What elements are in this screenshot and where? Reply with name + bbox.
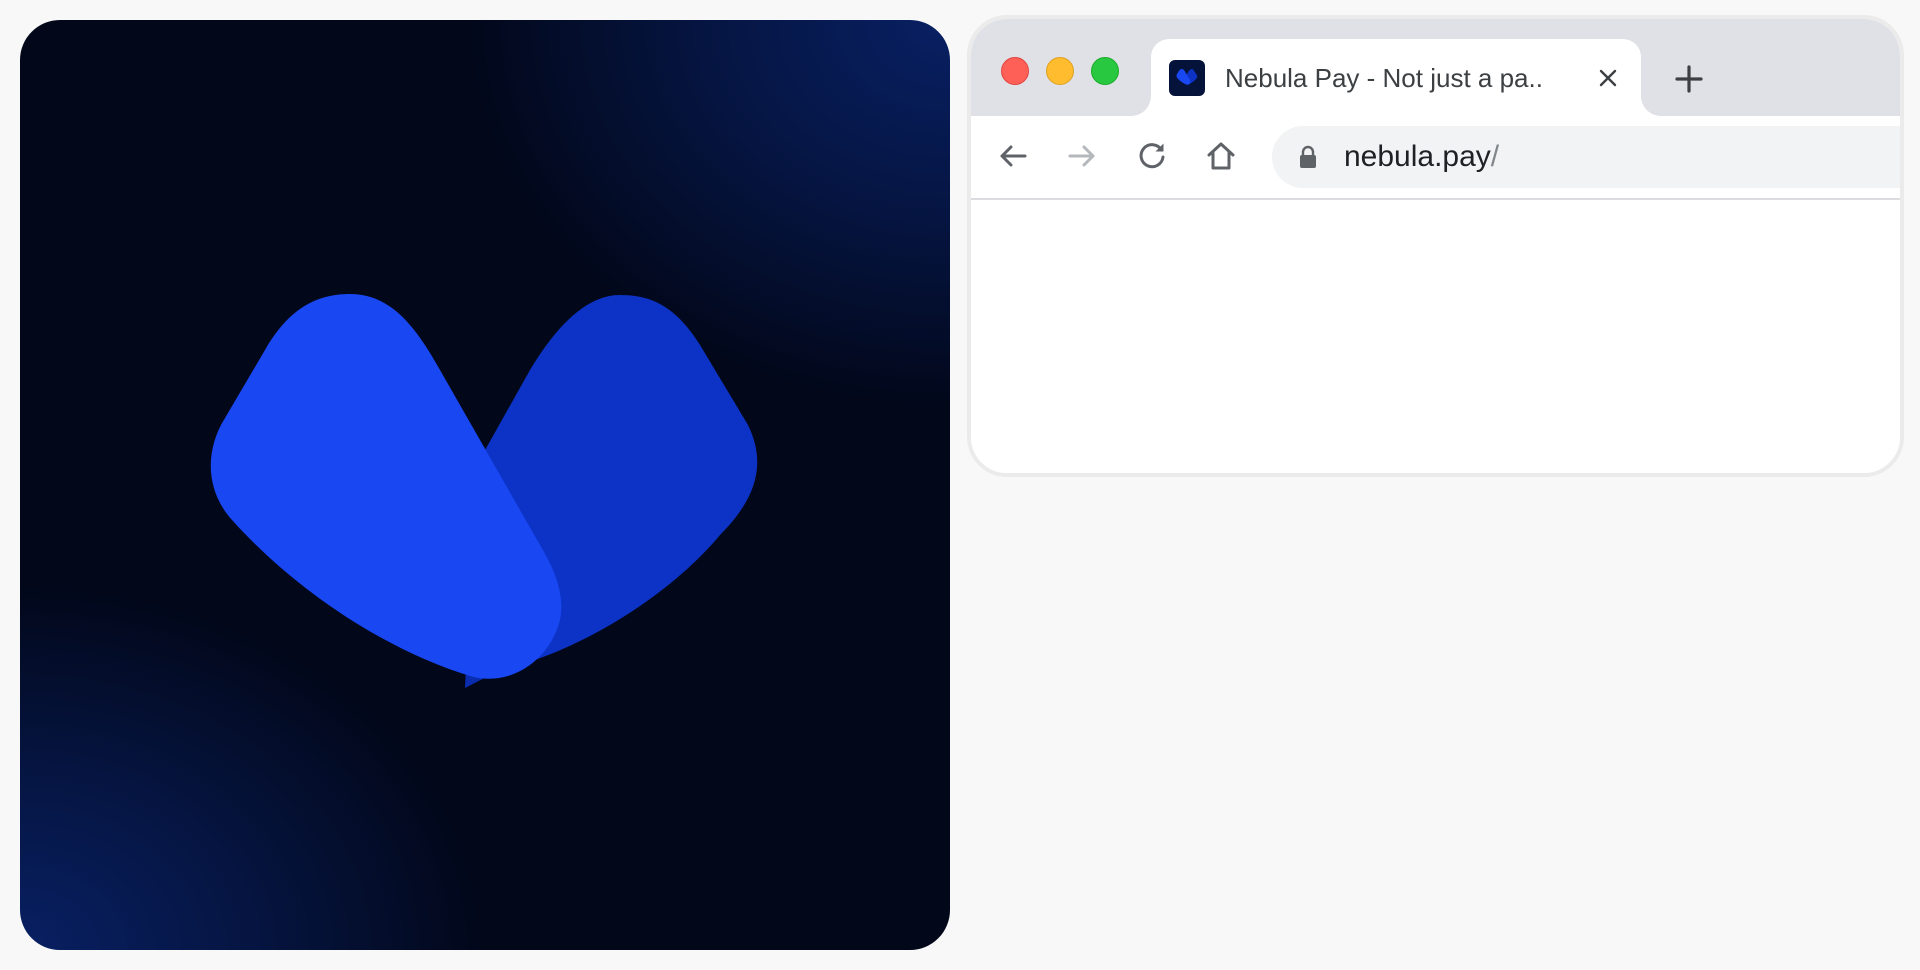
arrow-right-icon[interactable]	[1064, 138, 1100, 174]
browser-toolbar: nebula.pay/	[971, 116, 1900, 200]
minimize-window-button[interactable]	[1046, 57, 1074, 85]
nebula-logo-icon	[1169, 60, 1205, 96]
address-bar[interactable]: nebula.pay/	[1272, 126, 1900, 188]
nebula-logo-card	[20, 20, 950, 950]
tab-strip: Nebula Pay - Not just a pa..	[971, 19, 1900, 116]
reload-icon[interactable]	[1134, 138, 1170, 174]
page-viewport	[971, 200, 1900, 473]
home-icon[interactable]	[1203, 138, 1239, 174]
url-domain: nebula.pay	[1344, 140, 1491, 173]
maximize-window-button[interactable]	[1091, 57, 1119, 85]
browser-tab-active[interactable]: Nebula Pay - Not just a pa..	[1151, 39, 1641, 116]
nebula-logo-mark	[210, 294, 758, 688]
close-icon[interactable]	[1593, 63, 1623, 93]
url-path: /	[1490, 140, 1500, 173]
lock-icon[interactable]	[1296, 145, 1320, 169]
arrow-left-icon[interactable]	[995, 138, 1031, 174]
browser-window: Nebula Pay - Not just a pa.. nebula.pay/	[967, 15, 1904, 477]
plus-icon[interactable]	[1671, 61, 1707, 97]
tab-title: Nebula Pay - Not just a pa..	[1225, 63, 1543, 93]
close-window-button[interactable]	[1001, 57, 1029, 85]
address-url[interactable]: nebula.pay/	[1344, 140, 1499, 174]
